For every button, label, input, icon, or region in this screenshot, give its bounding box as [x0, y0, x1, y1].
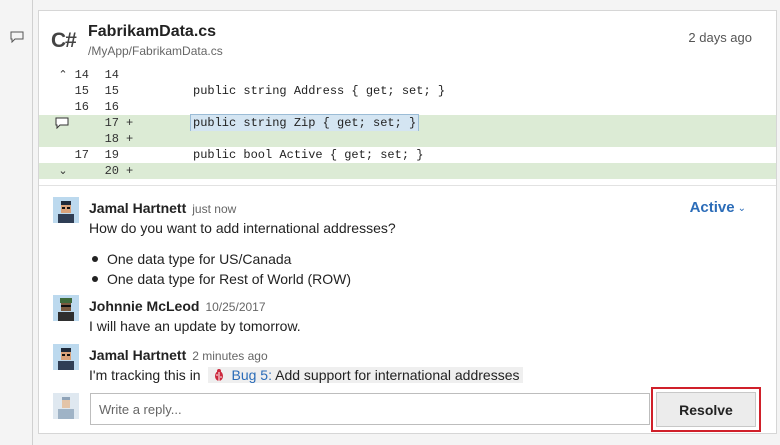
- comment-text: I'm tracking this in Bug 5: Add support …: [89, 367, 524, 383]
- left-rail: [0, 0, 33, 445]
- chevron-down-icon: ⌄: [737, 203, 746, 214]
- rail-divider: [32, 0, 33, 445]
- author-name: Jamal Hartnett: [89, 200, 187, 216]
- comment-thread-card: C# FabrikamData.cs /MyApp/FabrikamData.c…: [38, 10, 777, 434]
- diff-marker: +: [126, 132, 134, 146]
- bug-icon: [214, 369, 223, 381]
- author-name: Jamal Hartnett: [89, 347, 187, 363]
- diff-marker: +: [126, 116, 134, 130]
- old-line-number: 17: [74, 148, 89, 162]
- work-item-link[interactable]: Bug 5: Add support for international add…: [207, 367, 524, 383]
- comment-author: Johnnie McLeod 10/25/2017: [89, 298, 266, 314]
- diff-row-added: 18 +: [39, 131, 776, 147]
- comment-text-lead: I'm tracking this in: [89, 367, 201, 383]
- file-header: C# FabrikamData.cs /MyApp/FabrikamData.c…: [39, 11, 776, 67]
- status-label: Active: [689, 199, 735, 216]
- code-line: public bool Active { get; set; }: [193, 148, 424, 162]
- diff-row: ⌃ 14 14: [39, 67, 776, 83]
- diff-marker: +: [126, 164, 134, 178]
- current-user-avatar: [53, 393, 79, 419]
- diff-row: 16 16: [39, 99, 776, 115]
- new-line-number: 16: [104, 100, 119, 114]
- avatar: [53, 295, 79, 321]
- bug-link: Bug 5:: [231, 367, 272, 383]
- comment-text: I will have an update by tomorrow.: [89, 318, 301, 334]
- comment-bullet-list: One data type for US/Canada One data typ…: [91, 249, 352, 289]
- work-item-title: Add support for international addresses: [275, 367, 520, 383]
- avatar: [53, 197, 79, 223]
- resolve-button[interactable]: Resolve: [656, 392, 756, 427]
- comment-author: Jamal Hartnett 2 minutes ago: [89, 347, 268, 363]
- diff-row-added: ⌄ 20 +: [39, 163, 776, 179]
- expand-up-icon[interactable]: ⌃: [57, 67, 69, 83]
- reply-input[interactable]: [90, 393, 650, 425]
- new-line-number: 18: [104, 132, 119, 146]
- old-line-number: 14: [74, 68, 89, 82]
- thread-status-dropdown[interactable]: Active ⌄: [690, 199, 746, 216]
- comment-text: How do you want to add international add…: [89, 220, 396, 236]
- new-line-number: 15: [104, 84, 119, 98]
- comment-icon[interactable]: [10, 31, 24, 43]
- comment-icon[interactable]: [55, 117, 69, 129]
- expand-down-icon[interactable]: ⌄: [57, 163, 69, 179]
- new-line-number: 14: [104, 68, 119, 82]
- avatar: [53, 344, 79, 370]
- old-line-number: 15: [74, 84, 89, 98]
- diff-view: ⌃ 14 14 15 15 public string Address { ge…: [39, 67, 776, 179]
- code-line: public string Address { get; set; }: [193, 84, 446, 98]
- list-item: One data type for Rest of World (ROW): [91, 271, 352, 287]
- csharp-file-icon: C#: [51, 29, 77, 52]
- diff-row: 15 15 public string Address { get; set; …: [39, 83, 776, 99]
- author-name: Johnnie McLeod: [89, 298, 200, 314]
- file-name[interactable]: FabrikamData.cs: [88, 23, 216, 41]
- old-line-number: 16: [74, 100, 89, 114]
- file-path: /MyApp/FabrikamData.cs: [88, 44, 223, 58]
- new-line-number: 19: [104, 148, 119, 162]
- file-timestamp: 2 days ago: [688, 30, 752, 45]
- comment-time: 2 minutes ago: [192, 349, 268, 363]
- comment-author: Jamal Hartnett just now: [89, 200, 236, 216]
- new-line-number: 20: [104, 164, 119, 178]
- divider: [39, 185, 776, 186]
- new-line-number: 17: [104, 116, 119, 130]
- diff-row-added: 17 + public string Zip { get; set; }: [39, 114, 776, 132]
- comment-time: 10/25/2017: [205, 300, 266, 314]
- comment-time: just now: [192, 202, 237, 216]
- list-item: One data type for US/Canada: [91, 249, 351, 269]
- code-line-selected[interactable]: public string Zip { get; set; }: [189, 114, 420, 132]
- diff-row: 17 19 public bool Active { get; set; }: [39, 147, 776, 163]
